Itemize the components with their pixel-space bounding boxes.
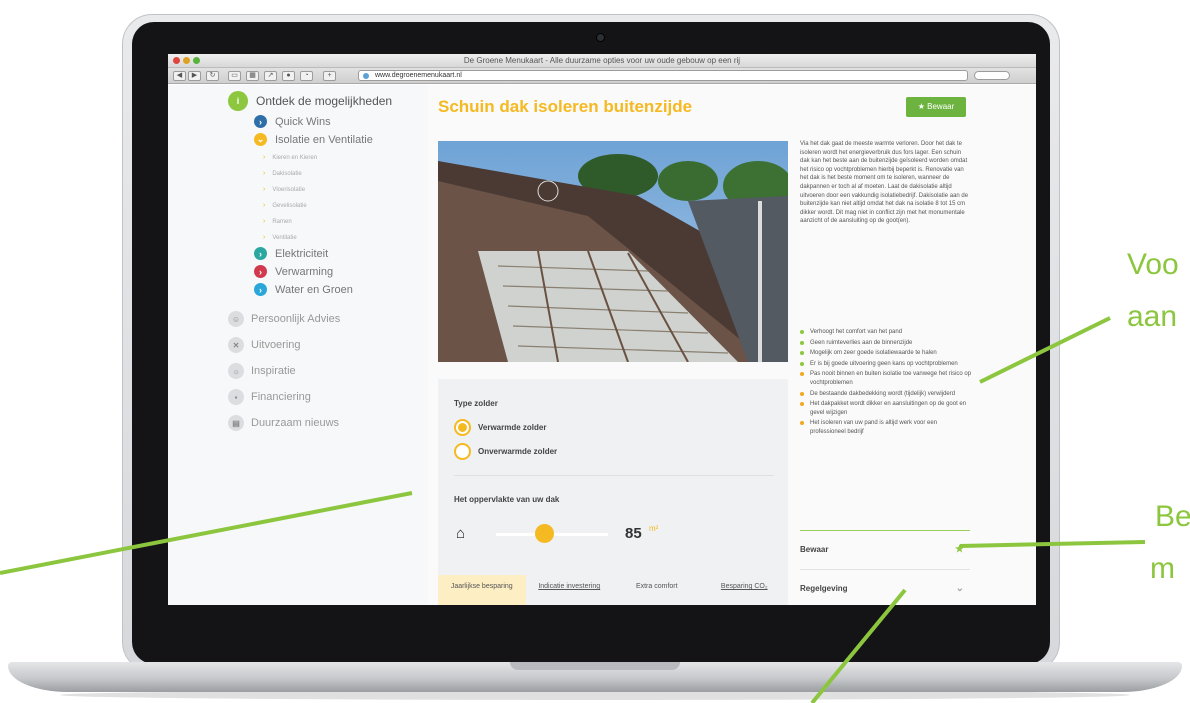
annotation-lines — [0, 316, 1146, 703]
callout-line-form — [0, 491, 413, 575]
callout-line-info — [979, 316, 1111, 384]
callout-text-bottom-2: m — [1150, 552, 1175, 585]
callout-text-top-2: aan — [1127, 300, 1178, 333]
callout-text-top: Voo — [1127, 248, 1179, 281]
callout-line-rules — [810, 588, 907, 703]
callout-line-save — [959, 540, 1146, 548]
callout-text-bottom: Be — [1155, 500, 1190, 533]
